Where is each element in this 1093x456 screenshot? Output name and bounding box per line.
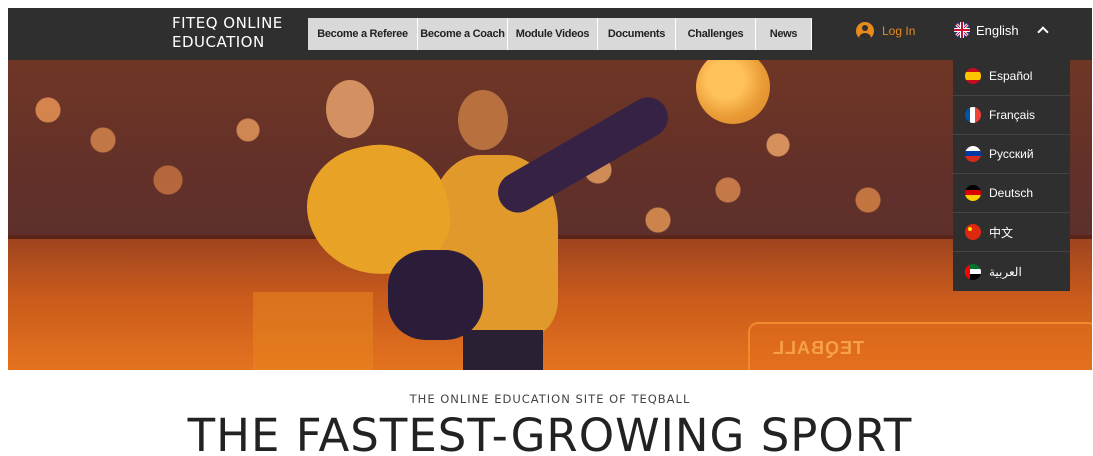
spain-flag-icon	[965, 68, 981, 84]
brand-line-2: EDUCATION	[172, 33, 265, 51]
language-option-label: Español	[989, 69, 1033, 83]
language-option-label: 中文	[989, 225, 1014, 240]
language-option-label: Deutsch	[989, 186, 1034, 200]
coach-legs	[463, 330, 543, 370]
court-marking	[253, 292, 373, 370]
russia-flag-icon	[965, 146, 981, 162]
nav-news[interactable]: News	[756, 18, 812, 50]
hero-banner: TEQBALL	[8, 60, 1092, 370]
nav-documents[interactable]: Documents	[598, 18, 676, 50]
site-header: FITEQ ONLINE EDUCATION Become a Referee …	[8, 8, 1092, 60]
chevron-up-icon	[1036, 26, 1049, 38]
uk-flag-icon	[954, 22, 970, 38]
nav-module-videos[interactable]: Module Videos	[508, 18, 598, 50]
login-button[interactable]: Log In	[856, 22, 915, 40]
coach-head	[458, 90, 508, 150]
teqball-table-logo: TEQBALL	[748, 322, 1092, 370]
brand-line-1: FITEQ ONLINE	[172, 14, 283, 32]
teqball-board-text: TEQBALL	[772, 338, 864, 358]
nav-become-coach[interactable]: Become a Coach	[418, 18, 508, 50]
language-option-label: العربية	[989, 264, 1022, 279]
uae-flag-icon	[965, 263, 981, 280]
germany-flag-icon	[965, 185, 981, 201]
user-icon	[856, 22, 874, 40]
language-option-ru[interactable]: Русский	[953, 135, 1070, 174]
player-head	[326, 80, 374, 138]
language-option-ar[interactable]: العربية	[953, 252, 1070, 291]
nav-become-referee[interactable]: Become a Referee	[308, 18, 418, 50]
language-selected-label: English	[976, 22, 1019, 38]
main-nav: Become a Referee Become a Coach Module V…	[308, 18, 812, 50]
nav-challenges[interactable]: Challenges	[676, 18, 756, 50]
page: FITEQ ONLINE EDUCATION Become a Referee …	[8, 8, 1092, 456]
language-option-de[interactable]: Deutsch	[953, 174, 1070, 213]
language-dropdown: Español Français Русский Deutsch 中文 العر…	[953, 57, 1070, 291]
language-option-label: Français	[989, 108, 1036, 122]
language-option-fr[interactable]: Français	[953, 96, 1070, 135]
site-tagline: THE ONLINE EDUCATION SITE OF TEQBALL	[409, 392, 691, 406]
language-option-zh[interactable]: 中文	[953, 213, 1070, 252]
china-flag-icon	[965, 224, 981, 240]
language-option-es[interactable]: Español	[953, 57, 1070, 96]
language-option-label: Русский	[989, 147, 1034, 161]
page-headline: THE FASTEST-GROWING SPORT	[187, 409, 913, 456]
player-shorts	[388, 250, 483, 340]
login-label: Log In	[882, 24, 916, 38]
language-selector[interactable]: English	[954, 22, 1049, 38]
france-flag-icon	[965, 107, 981, 123]
site-logo[interactable]: FITEQ ONLINE EDUCATION	[172, 14, 312, 52]
